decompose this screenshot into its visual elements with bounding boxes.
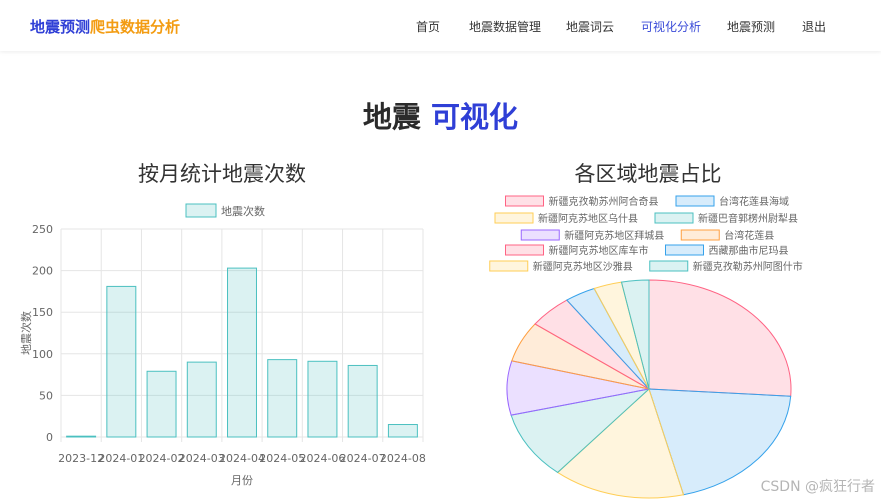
watermark: CSDN @疯狂行者	[760, 479, 875, 495]
bar	[66, 435, 97, 438]
x-tick-label: 2024-02	[139, 452, 185, 465]
x-tick-label: 2023-12	[58, 452, 104, 465]
bar	[186, 361, 217, 438]
pie-chart[interactable]: 新疆克孜勒苏州阿合奇县 台湾花莲县海域新疆阿克苏地区乌什县 新疆巴音郭楞州尉犁县新疆…	[441, 190, 881, 500]
legend-swatch	[654, 212, 694, 224]
legend-label: 新疆阿克苏地区沙雅县	[533, 260, 633, 273]
page-title: 地震 可视化	[0, 94, 881, 136]
x-axis-label: 月份	[231, 474, 253, 487]
legend-label: 地震次数	[221, 204, 265, 218]
legend-swatch	[675, 195, 715, 207]
page-title-part2: 可视化	[431, 100, 519, 134]
y-tick-label: 50	[39, 389, 53, 402]
bar	[267, 359, 298, 438]
y-tick-label: 250	[32, 223, 53, 236]
nav-data-management[interactable]: 地震数据管理	[469, 18, 541, 35]
y-tick-label: 150	[32, 306, 53, 319]
bar	[227, 267, 257, 438]
legend-label: 台湾花莲县	[724, 229, 774, 242]
x-tick-label: 2024-06	[299, 452, 345, 465]
x-tick-label: 2024-01	[98, 452, 144, 465]
nav-home[interactable]: 首页	[416, 18, 440, 35]
nav-visual-analysis[interactable]: 可视化分析	[641, 18, 701, 35]
y-tick-label: 200	[32, 265, 53, 278]
legend-swatch	[649, 260, 689, 272]
brand-logo[interactable]: 地震预测爬虫数据分析	[30, 16, 180, 37]
bar-chart-title: 按月统计地震次数	[138, 162, 306, 186]
bar	[106, 285, 137, 438]
brand-part1: 地震预测	[30, 18, 91, 36]
x-tick-label: 2024-07	[340, 452, 386, 465]
x-tick-label: 2024-05	[259, 452, 305, 465]
legend-swatch	[489, 260, 529, 272]
legend-swatch	[505, 195, 544, 207]
page-title-part1: 地震	[362, 100, 421, 134]
bar	[146, 370, 177, 438]
y-tick-label: 100	[32, 348, 53, 361]
top-navbar: 地震预测爬虫数据分析 首页 地震数据管理 地震词云 可视化分析 地震预测 退出	[0, 0, 881, 51]
legend-label: 新疆阿克苏地区乌什县	[538, 212, 638, 225]
pie-slice	[648, 279, 792, 397]
y-axis-label: 地震次数	[19, 311, 33, 355]
bar	[307, 360, 338, 438]
legend-swatch	[494, 212, 534, 224]
legend-swatch	[680, 229, 720, 241]
x-tick-label: 2024-03	[179, 452, 225, 465]
legend-swatch	[185, 203, 217, 218]
legend-swatch	[505, 244, 544, 256]
legend-label: 西藏那曲市尼玛县	[709, 244, 789, 257]
nav-logout[interactable]: 退出	[802, 18, 826, 35]
legend-label: 台湾花莲县海域	[719, 195, 789, 208]
legend-label: 新疆克孜勒苏州阿合奇县	[549, 195, 659, 208]
legend-swatch	[520, 229, 560, 241]
legend-label: 新疆阿克苏地区拜城县	[564, 229, 664, 242]
nav-prediction[interactable]: 地震预测	[727, 18, 775, 35]
bar-chart[interactable]: 0501001502002502023-122024-012024-022024…	[0, 190, 440, 500]
legend-label: 新疆阿克苏地区库车市	[549, 244, 649, 257]
legend-swatch	[665, 244, 704, 256]
brand-part2: 爬虫数据分析	[90, 18, 181, 36]
legend-label: 新疆克孜勒苏州阿图什市	[693, 260, 803, 273]
pie-chart-title: 各区域地震占比	[574, 162, 722, 186]
nav-wordcloud[interactable]: 地震词云	[566, 18, 614, 35]
x-tick-label: 2024-08	[380, 452, 426, 465]
x-tick-label: 2024-04	[219, 452, 265, 465]
bar	[387, 424, 418, 438]
y-tick-label: 0	[46, 431, 53, 444]
bar	[347, 364, 378, 438]
legend-label: 新疆巴音郭楞州尉犁县	[698, 212, 798, 225]
